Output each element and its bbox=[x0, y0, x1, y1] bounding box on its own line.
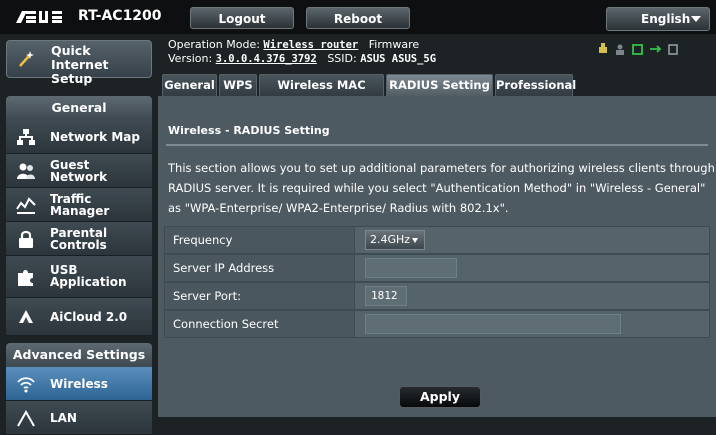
clients-icon bbox=[616, 44, 624, 55]
firmware-version-link[interactable]: 3.0.0.4.376_3792 bbox=[216, 53, 317, 65]
server-ip-row: Server IP Address bbox=[164, 254, 710, 282]
sidebar-item-label: Traffic Manager bbox=[50, 192, 110, 218]
frequency-row: Frequency 2.4GHz bbox=[164, 226, 710, 254]
language-label: English bbox=[641, 12, 691, 26]
frequency-label: Frequency bbox=[165, 227, 355, 253]
server-ip-label: Server IP Address bbox=[165, 255, 355, 281]
sidebar-item-usb-application[interactable]: USB Application bbox=[6, 256, 152, 298]
sidebar: Quick Internet Setup General Network Map… bbox=[0, 34, 158, 435]
printer-icon bbox=[599, 43, 607, 53]
connection-secret-label: Connection Secret bbox=[165, 311, 355, 337]
firmware-label: Firmware bbox=[368, 38, 420, 51]
tab-wps[interactable]: WPS bbox=[219, 74, 257, 96]
server-port-input[interactable]: 1812 bbox=[365, 286, 407, 306]
chevron-down-icon bbox=[412, 238, 418, 243]
ssid-label: SSID: bbox=[327, 52, 357, 65]
status-icons bbox=[598, 42, 708, 56]
quick-internet-setup-label: Quick Internet Setup bbox=[51, 43, 109, 86]
sidebar-item-network-map[interactable]: Network Map bbox=[6, 120, 152, 154]
content-panel: Wireless - RADIUS Setting This section a… bbox=[158, 96, 716, 417]
operation-mode-label: Operation Mode: bbox=[168, 38, 260, 51]
logout-button[interactable]: Logout bbox=[190, 7, 294, 29]
status-info: Operation Mode: Wireless router Firmware… bbox=[168, 38, 436, 66]
lock-icon bbox=[19, 230, 33, 248]
tab-professional[interactable]: Professional bbox=[495, 74, 576, 96]
language-select[interactable]: English bbox=[606, 7, 710, 31]
frequency-value: 2.4GHz bbox=[370, 233, 411, 246]
ssid-value: ASUS ASUS_5G bbox=[360, 53, 437, 65]
server-port-row: Server Port: 1812 bbox=[164, 282, 710, 310]
reboot-button[interactable]: Reboot bbox=[306, 7, 410, 29]
sidebar-item-aicloud[interactable]: AiCloud 2.0 bbox=[6, 298, 152, 336]
sidebar-item-label: Wireless bbox=[50, 377, 108, 391]
sidebar-item-wireless[interactable]: Wireless bbox=[6, 367, 152, 401]
tab-general[interactable]: General bbox=[162, 74, 217, 96]
chevron-down-icon bbox=[691, 16, 701, 22]
puzzle-icon bbox=[18, 270, 33, 286]
advanced-settings-heading: Advanced Settings bbox=[6, 343, 152, 367]
sidebar-item-traffic-manager[interactable]: Traffic Manager bbox=[6, 188, 152, 222]
network-map-icon bbox=[17, 129, 35, 145]
wifi-icon bbox=[17, 377, 35, 393]
sidebar-item-label: USB Application bbox=[50, 263, 127, 289]
sidebar-item-label: Network Map bbox=[50, 130, 140, 144]
sidebar-item-label: LAN bbox=[50, 411, 77, 425]
sidebar-item-parental-controls[interactable]: Parental Controls bbox=[6, 222, 152, 256]
sidebar-item-label: Guest Network bbox=[50, 158, 108, 184]
general-heading: General bbox=[6, 96, 152, 120]
notification-icon bbox=[668, 44, 678, 55]
server-ip-input[interactable] bbox=[365, 258, 457, 278]
usb-icon bbox=[650, 45, 662, 53]
tab-wireless-mac-filter[interactable]: Wireless MAC Filter bbox=[259, 74, 384, 113]
sidebar-item-label: Parental Controls bbox=[50, 226, 108, 252]
sidebar-item-label: AiCloud 2.0 bbox=[50, 310, 128, 324]
apply-button[interactable]: Apply bbox=[399, 386, 481, 408]
cloud-icon bbox=[19, 310, 33, 323]
asus-logo bbox=[14, 7, 74, 27]
divider bbox=[166, 144, 708, 146]
magic-wand-icon bbox=[19, 51, 34, 67]
operation-mode-link[interactable]: Wireless router bbox=[263, 39, 358, 51]
internet-icon bbox=[632, 44, 643, 55]
section-description: This section allows you to set up additi… bbox=[168, 161, 715, 215]
sidebar-item-lan[interactable]: LAN bbox=[6, 401, 152, 435]
router-model: RT-AC1200 bbox=[78, 8, 162, 24]
sidebar-item-guest-network[interactable]: Guest Network bbox=[6, 154, 152, 188]
guest-network-icon bbox=[17, 163, 35, 179]
version-label: Version: bbox=[168, 52, 213, 65]
server-port-label: Server Port: bbox=[165, 283, 355, 309]
main-panel: Operation Mode: Wireless router Firmware… bbox=[158, 34, 716, 417]
lan-icon bbox=[17, 409, 35, 427]
traffic-manager-icon bbox=[16, 197, 36, 214]
page-title: Wireless - RADIUS Setting bbox=[168, 124, 330, 137]
quick-internet-setup-button[interactable]: Quick Internet Setup bbox=[6, 40, 152, 86]
tab-radius-setting[interactable]: RADIUS Setting bbox=[386, 74, 493, 96]
top-bar: RT-AC1200 Logout Reboot English bbox=[0, 0, 716, 34]
asus-logo-mark bbox=[16, 11, 62, 23]
connection-secret-input[interactable] bbox=[365, 314, 621, 334]
frequency-select[interactable]: 2.4GHz bbox=[365, 230, 425, 250]
connection-secret-row: Connection Secret bbox=[164, 310, 710, 338]
